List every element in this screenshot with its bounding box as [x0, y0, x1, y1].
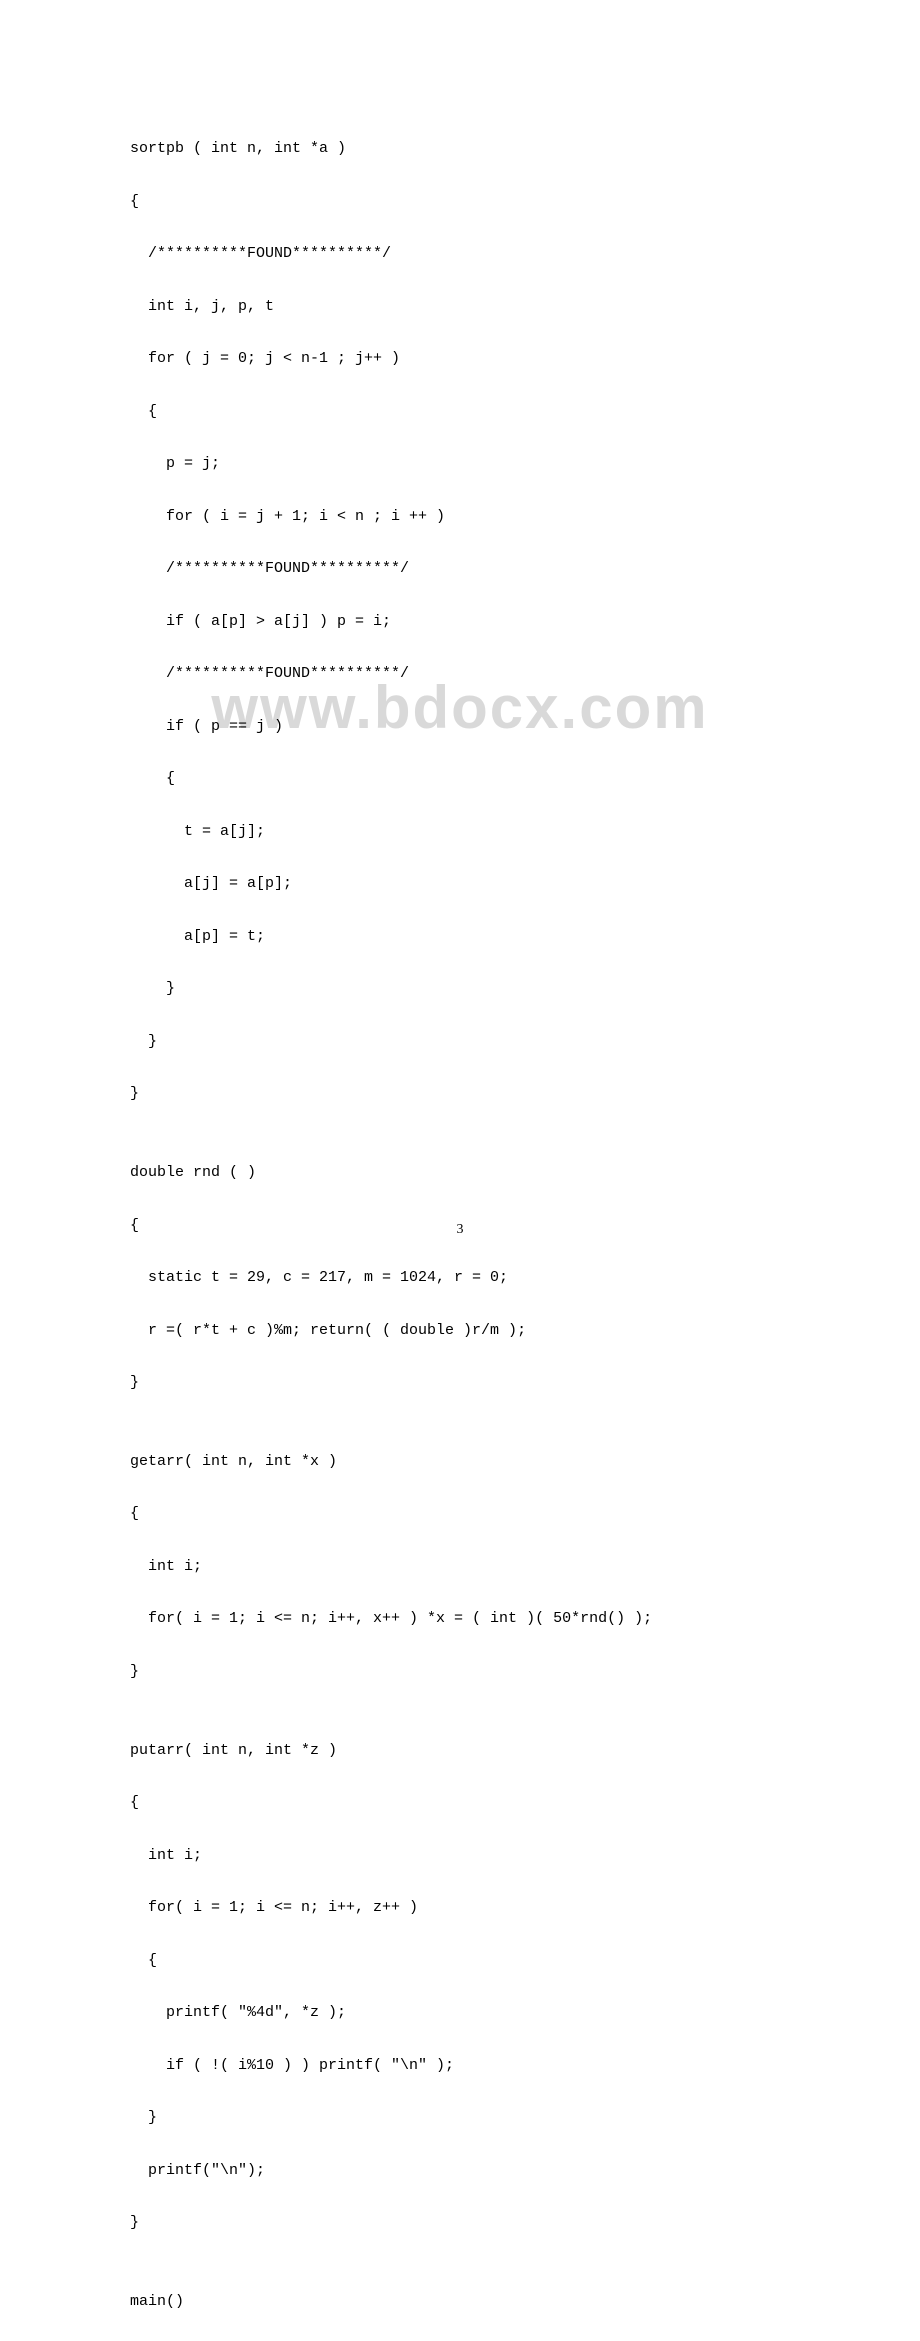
- code-line: int i;: [130, 1843, 790, 1869]
- code-line: sortpb ( int n, int *a ): [130, 136, 790, 162]
- code-line: if ( p == j ): [130, 714, 790, 740]
- code-line: {: [130, 1790, 790, 1816]
- code-line: {: [130, 766, 790, 792]
- code-line: for( i = 1; i <= n; i++, x++ ) *x = ( in…: [130, 1606, 790, 1632]
- code-line: getarr( int n, int *x ): [130, 1449, 790, 1475]
- code-line: a[j] = a[p];: [130, 871, 790, 897]
- code-line: }: [130, 1029, 790, 1055]
- code-line: }: [130, 1659, 790, 1685]
- code-line: r =( r*t + c )%m; return( ( double )r/m …: [130, 1318, 790, 1344]
- code-line: printf("\n");: [130, 2158, 790, 2184]
- code-line: p = j;: [130, 451, 790, 477]
- code-line: putarr( int n, int *z ): [130, 1738, 790, 1764]
- code-line: {: [130, 189, 790, 215]
- code-line: }: [130, 1081, 790, 1107]
- code-line: if ( !( i%10 ) ) printf( "\n" );: [130, 2053, 790, 2079]
- code-line: {: [130, 1948, 790, 1974]
- code-line: /**********FOUND**********/: [130, 241, 790, 267]
- code-line: /**********FOUND**********/: [130, 556, 790, 582]
- code-line: for( i = 1; i <= n; i++, z++ ): [130, 1895, 790, 1921]
- code-line: double rnd ( ): [130, 1160, 790, 1186]
- code-line: {: [130, 1213, 790, 1239]
- code-line: {: [130, 399, 790, 425]
- code-line: printf( "%4d", *z );: [130, 2000, 790, 2026]
- code-line: }: [130, 2210, 790, 2236]
- code-line: }: [130, 1370, 790, 1396]
- code-line: {: [130, 1501, 790, 1527]
- code-line: t = a[j];: [130, 819, 790, 845]
- code-document-body: sortpb ( int n, int *a ) { /**********FO…: [0, 0, 920, 2341]
- code-line: main(): [130, 2289, 790, 2315]
- code-line: int i;: [130, 1554, 790, 1580]
- code-line: }: [130, 976, 790, 1002]
- code-line: static t = 29, c = 217, m = 1024, r = 0;: [130, 1265, 790, 1291]
- code-line: for ( j = 0; j < n-1 ; j++ ): [130, 346, 790, 372]
- code-line: if ( a[p] > a[j] ) p = i;: [130, 609, 790, 635]
- code-line: a[p] = t;: [130, 924, 790, 950]
- code-line: for ( i = j + 1; i < n ; i ++ ): [130, 504, 790, 530]
- code-line: }: [130, 2105, 790, 2131]
- code-line: /**********FOUND**********/: [130, 661, 790, 687]
- code-line: int i, j, p, t: [130, 294, 790, 320]
